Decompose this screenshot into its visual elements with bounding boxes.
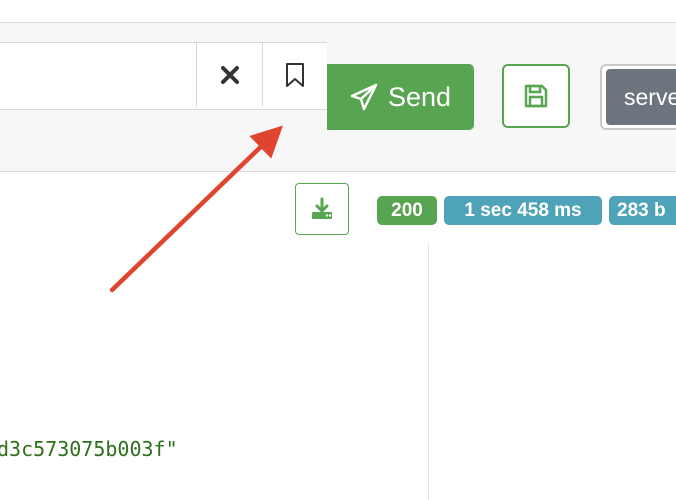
- download-response-button[interactable]: [295, 183, 349, 235]
- response-body-line: d3c573075b003f": [0, 437, 178, 461]
- bookmark-button[interactable]: [262, 43, 327, 107]
- url-input[interactable]: [0, 43, 196, 107]
- save-request-button[interactable]: [502, 64, 570, 128]
- clear-url-button[interactable]: [196, 43, 263, 107]
- close-icon: [221, 66, 239, 84]
- response-time-badge: 1 sec 458 ms: [444, 196, 602, 225]
- server-button[interactable]: serve: [606, 69, 676, 125]
- bookmark-icon: [286, 63, 304, 87]
- paper-plane-icon: [350, 83, 378, 111]
- status-code-badge: 200: [377, 196, 437, 225]
- pane-divider: [428, 243, 429, 500]
- send-button-label: Send: [387, 81, 452, 112]
- response-size-badge: 283 b: [609, 196, 676, 225]
- download-icon: [312, 197, 332, 219]
- url-input-group: [0, 42, 327, 110]
- server-select: serve: [600, 64, 676, 130]
- floppy-disk-icon: [524, 84, 548, 108]
- send-button[interactable]: Send: [327, 64, 474, 130]
